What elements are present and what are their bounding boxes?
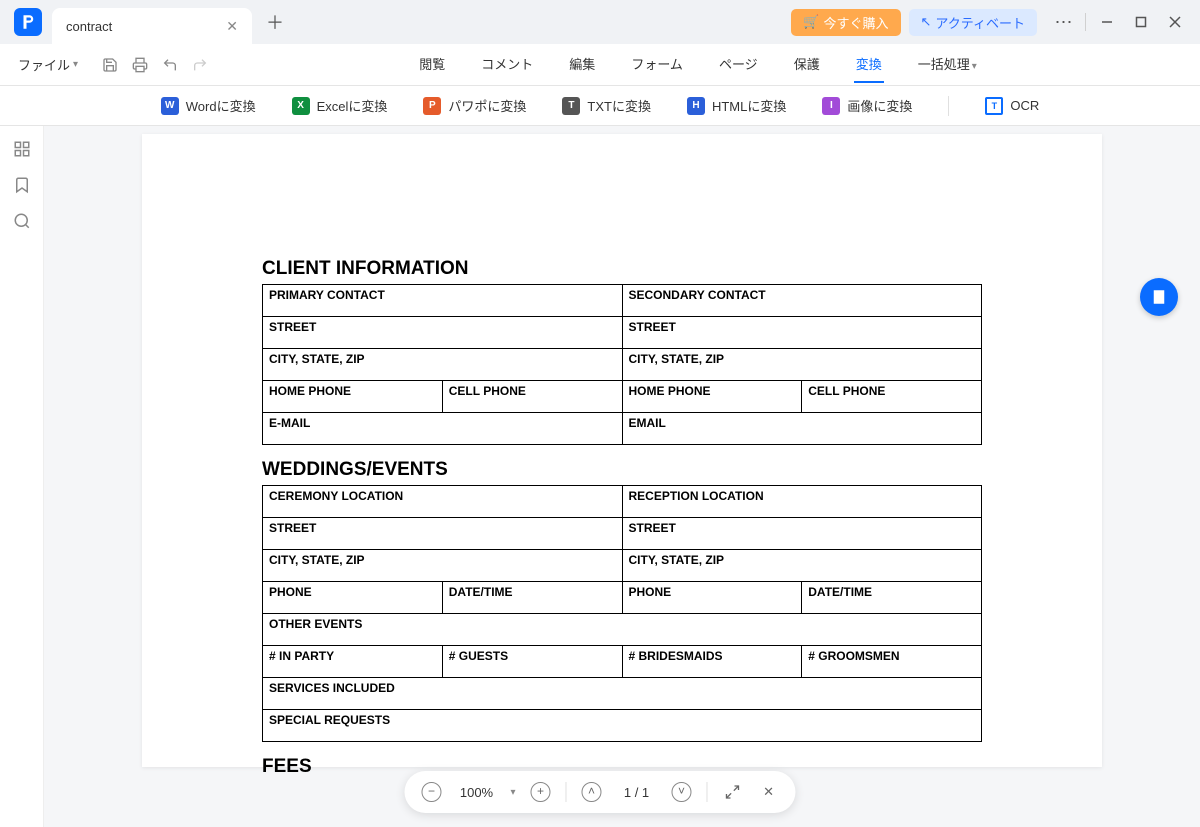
convert-toolbar: WWordに変換 XExcelに変換 Pパワポに変換 TTXTに変換 HHTML… <box>0 86 1200 126</box>
more-menu-button[interactable]: ⋯ <box>1047 7 1081 37</box>
ppt-icon: P <box>423 97 441 115</box>
app-icon <box>14 8 42 36</box>
menu-bar: ファイル ▾ 閲覧 コメント 編集 フォーム ページ 保護 変換 一括処理▾ <box>0 44 1200 86</box>
ocr-button[interactable]: TOCR <box>985 97 1039 115</box>
cart-icon: 🛒 <box>803 14 819 30</box>
word-icon: W <box>161 97 179 115</box>
menu-form[interactable]: フォーム <box>629 46 685 83</box>
chevron-down-icon: ▾ <box>73 59 78 70</box>
title-bar: contract ✕ ＋ 🛒 今すぐ購入 ↖ アクティベート ⋯ <box>0 0 1200 44</box>
page-indicator[interactable]: 1 / 1 <box>617 785 657 800</box>
zoom-level[interactable]: 100% <box>456 785 496 800</box>
excel-icon: X <box>292 97 310 115</box>
html-icon: H <box>687 97 705 115</box>
document-viewport[interactable]: CLIENT INFORMATION PRIMARY CONTACTSECOND… <box>44 126 1200 827</box>
section-weddings-title: WEDDINGS/EVENTS <box>262 459 982 481</box>
redo-icon[interactable] <box>192 57 208 73</box>
menu-view[interactable]: 閲覧 <box>417 46 447 83</box>
chevron-down-icon: ▾ <box>972 61 977 72</box>
fullscreen-button[interactable] <box>722 781 744 803</box>
menu-protect[interactable]: 保護 <box>792 46 822 83</box>
minimize-button[interactable] <box>1090 7 1124 37</box>
txt-icon: T <box>562 97 580 115</box>
close-window-button[interactable] <box>1158 7 1192 37</box>
save-icon[interactable] <box>102 57 118 73</box>
close-toolbar-button[interactable]: ✕ <box>758 781 780 803</box>
quick-word-export-button[interactable] <box>1140 278 1178 316</box>
weddings-table: CEREMONY LOCATIONRECEPTION LOCATION STRE… <box>262 485 982 742</box>
client-info-table: PRIMARY CONTACTSECONDARY CONTACT STREETS… <box>262 284 982 445</box>
next-page-button[interactable]: ˅ <box>671 781 693 803</box>
convert-image-button[interactable]: I画像に変換 <box>822 96 912 115</box>
new-tab-button[interactable]: ＋ <box>260 7 290 37</box>
zoom-out-button[interactable]: − <box>420 781 442 803</box>
section-client-info-title: CLIENT INFORMATION <box>262 258 982 280</box>
bottom-toolbar: − 100% ▾ + ˄ 1 / 1 ˅ ✕ <box>404 771 795 813</box>
menu-comment[interactable]: コメント <box>479 46 535 83</box>
print-icon[interactable] <box>132 57 148 73</box>
workspace: CLIENT INFORMATION PRIMARY CONTACTSECOND… <box>0 126 1200 827</box>
convert-excel-button[interactable]: XExcelに変換 <box>292 96 388 115</box>
file-menu[interactable]: ファイル ▾ <box>12 51 84 78</box>
cursor-icon: ↖ <box>921 14 932 30</box>
buy-now-button[interactable]: 🛒 今すぐ購入 <box>791 9 900 36</box>
maximize-button[interactable] <box>1124 7 1158 37</box>
ocr-icon: T <box>985 97 1003 115</box>
search-icon[interactable] <box>13 212 31 230</box>
convert-word-button[interactable]: WWordに変換 <box>161 96 256 115</box>
tab-close-icon[interactable]: ✕ <box>226 18 238 35</box>
document-page: CLIENT INFORMATION PRIMARY CONTACTSECOND… <box>142 134 1102 767</box>
convert-txt-button[interactable]: TTXTに変換 <box>562 96 651 115</box>
document-tab[interactable]: contract ✕ <box>52 8 252 44</box>
thumbnails-icon[interactable] <box>13 140 31 158</box>
undo-icon[interactable] <box>162 57 178 73</box>
tab-title: contract <box>66 19 112 34</box>
zoom-in-button[interactable]: + <box>530 781 552 803</box>
activate-button[interactable]: ↖ アクティベート <box>909 9 1037 36</box>
convert-html-button[interactable]: HHTMLに変換 <box>687 96 786 115</box>
image-icon: I <box>822 97 840 115</box>
menu-edit[interactable]: 編集 <box>567 46 597 83</box>
main-menu: 閲覧 コメント 編集 フォーム ページ 保護 変換 一括処理▾ <box>208 46 1188 83</box>
convert-ppt-button[interactable]: Pパワポに変換 <box>423 96 526 115</box>
menu-convert[interactable]: 変換 <box>854 46 884 83</box>
prev-page-button[interactable]: ˄ <box>581 781 603 803</box>
left-sidebar <box>0 126 44 827</box>
bookmark-icon[interactable] <box>13 176 31 194</box>
menu-batch[interactable]: 一括処理▾ <box>916 46 979 83</box>
zoom-dropdown-icon[interactable]: ▾ <box>510 787 515 798</box>
menu-page[interactable]: ページ <box>717 46 760 83</box>
